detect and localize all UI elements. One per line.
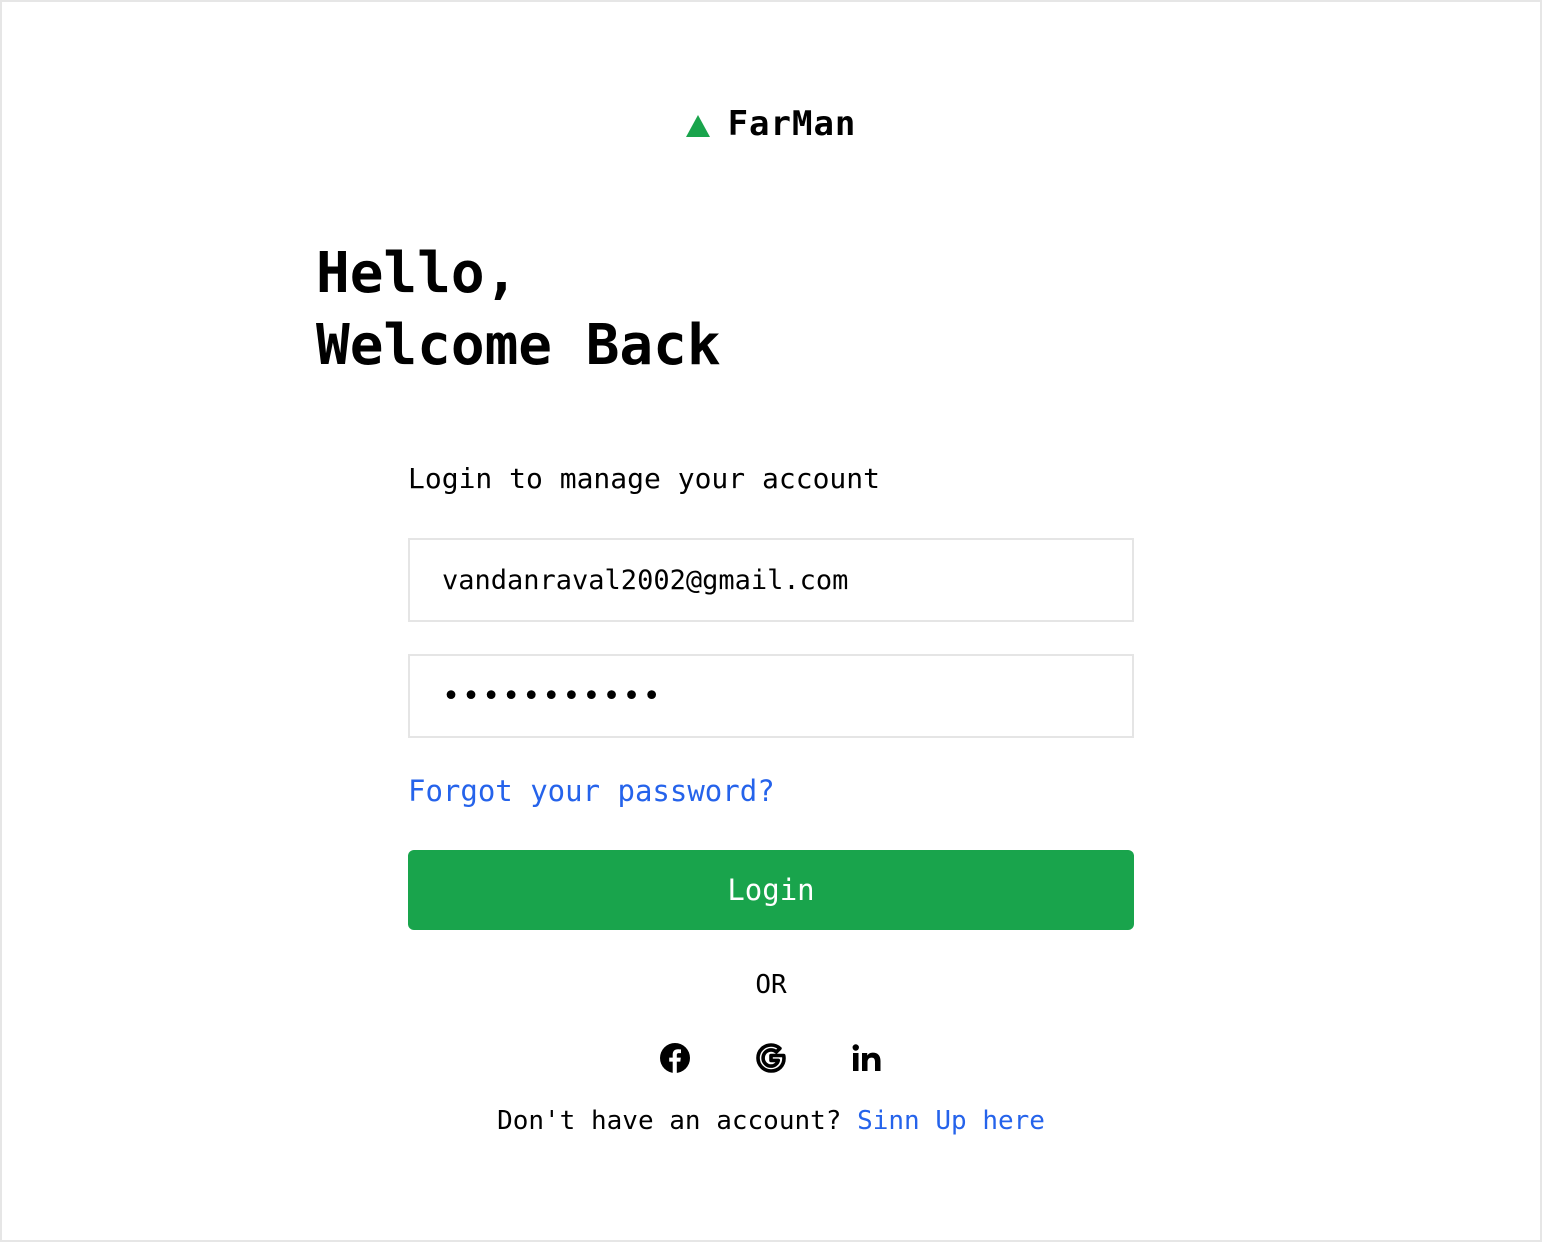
linkedin-icon[interactable] [849, 1036, 885, 1080]
signup-line: Don't have an account? Sinn Up here [0, 1106, 1542, 1136]
signup-prompt: Don't have an account? [497, 1106, 842, 1136]
greeting-line-2: Welcome Back [316, 313, 721, 378]
social-login-row [0, 1036, 1542, 1080]
brand-name: FarMan [727, 104, 857, 144]
forgot-password-link[interactable]: Forgot your password? [408, 774, 775, 808]
google-icon[interactable] [753, 1036, 789, 1080]
brand-header: FarMan [0, 104, 1542, 144]
facebook-icon[interactable] [657, 1036, 693, 1080]
password-field[interactable] [408, 654, 1134, 738]
or-divider: OR [755, 970, 787, 1000]
email-field[interactable] [408, 538, 1134, 622]
login-button[interactable]: Login [408, 850, 1134, 930]
greeting-heading: Hello, Welcome Back [316, 238, 721, 382]
greeting-line-1: Hello, [316, 241, 519, 306]
login-subtitle: Login to manage your account [408, 462, 881, 495]
triangle-icon [685, 115, 710, 137]
signup-link[interactable]: Sinn Up here [857, 1106, 1045, 1136]
